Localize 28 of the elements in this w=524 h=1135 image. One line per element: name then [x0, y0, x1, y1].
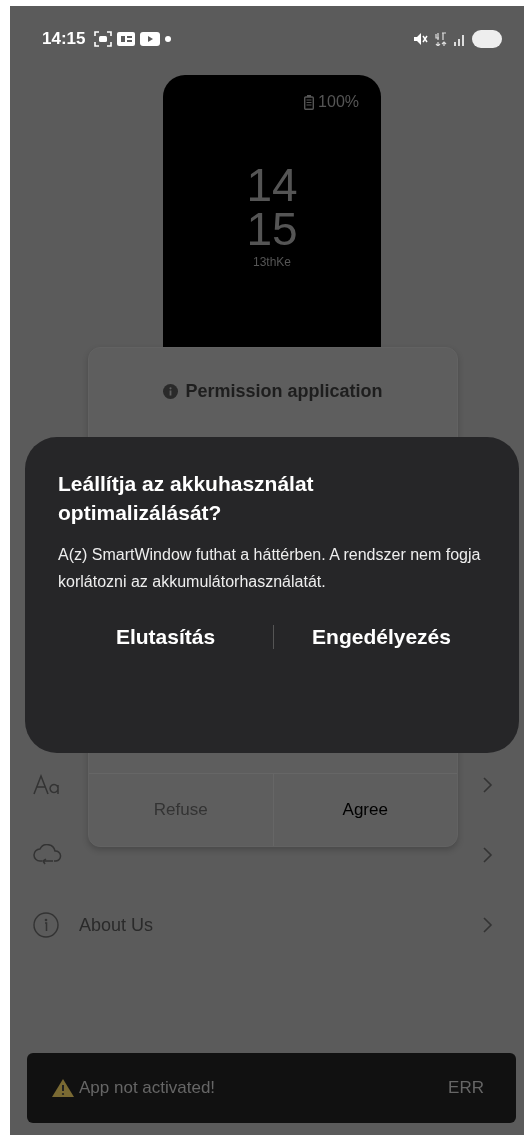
- clock-minute: 15: [246, 207, 298, 251]
- dialog-button[interactable]: Engedélyezés: [274, 619, 489, 655]
- info-icon: [33, 912, 59, 938]
- battery-icon: [304, 94, 315, 110]
- banner-message: App not activated!: [79, 1078, 216, 1098]
- dot-icon: [165, 36, 172, 42]
- chevron-right-icon[interactable]: [482, 846, 494, 864]
- error-code: ERR: [448, 1078, 484, 1098]
- battery-icon: [472, 30, 502, 48]
- chevron-right-icon[interactable]: [482, 776, 494, 794]
- font-icon: [33, 774, 61, 796]
- watch-caption: 13thKe: [252, 255, 291, 269]
- mute-icon: [413, 32, 429, 46]
- video-icon: [140, 32, 161, 46]
- screenshot-icon: [94, 31, 113, 47]
- chevron-right-icon[interactable]: [482, 916, 494, 934]
- info-icon: [163, 384, 179, 399]
- dialog-title: Permission application: [185, 381, 383, 402]
- cloud-sync-icon: [33, 844, 63, 866]
- signal-icon: [453, 32, 467, 46]
- dialog-button[interactable]: Elutasítás: [58, 619, 273, 655]
- clock-hour: 14: [246, 163, 298, 207]
- warning-icon: [51, 1078, 75, 1098]
- dialog-title: Leállítja az akkuhasználat optimalizálását?: [58, 471, 315, 526]
- battery-percent: 100%: [318, 93, 359, 111]
- status-time: 14:15: [42, 29, 86, 49]
- dialog-message: A(z) SmartWindow futhat a háttérben. A rendszer nem fogja korlátozni az akkumulátorhasználatát.: [58, 545, 482, 592]
- dialog-button[interactable]: Agree: [272, 774, 457, 846]
